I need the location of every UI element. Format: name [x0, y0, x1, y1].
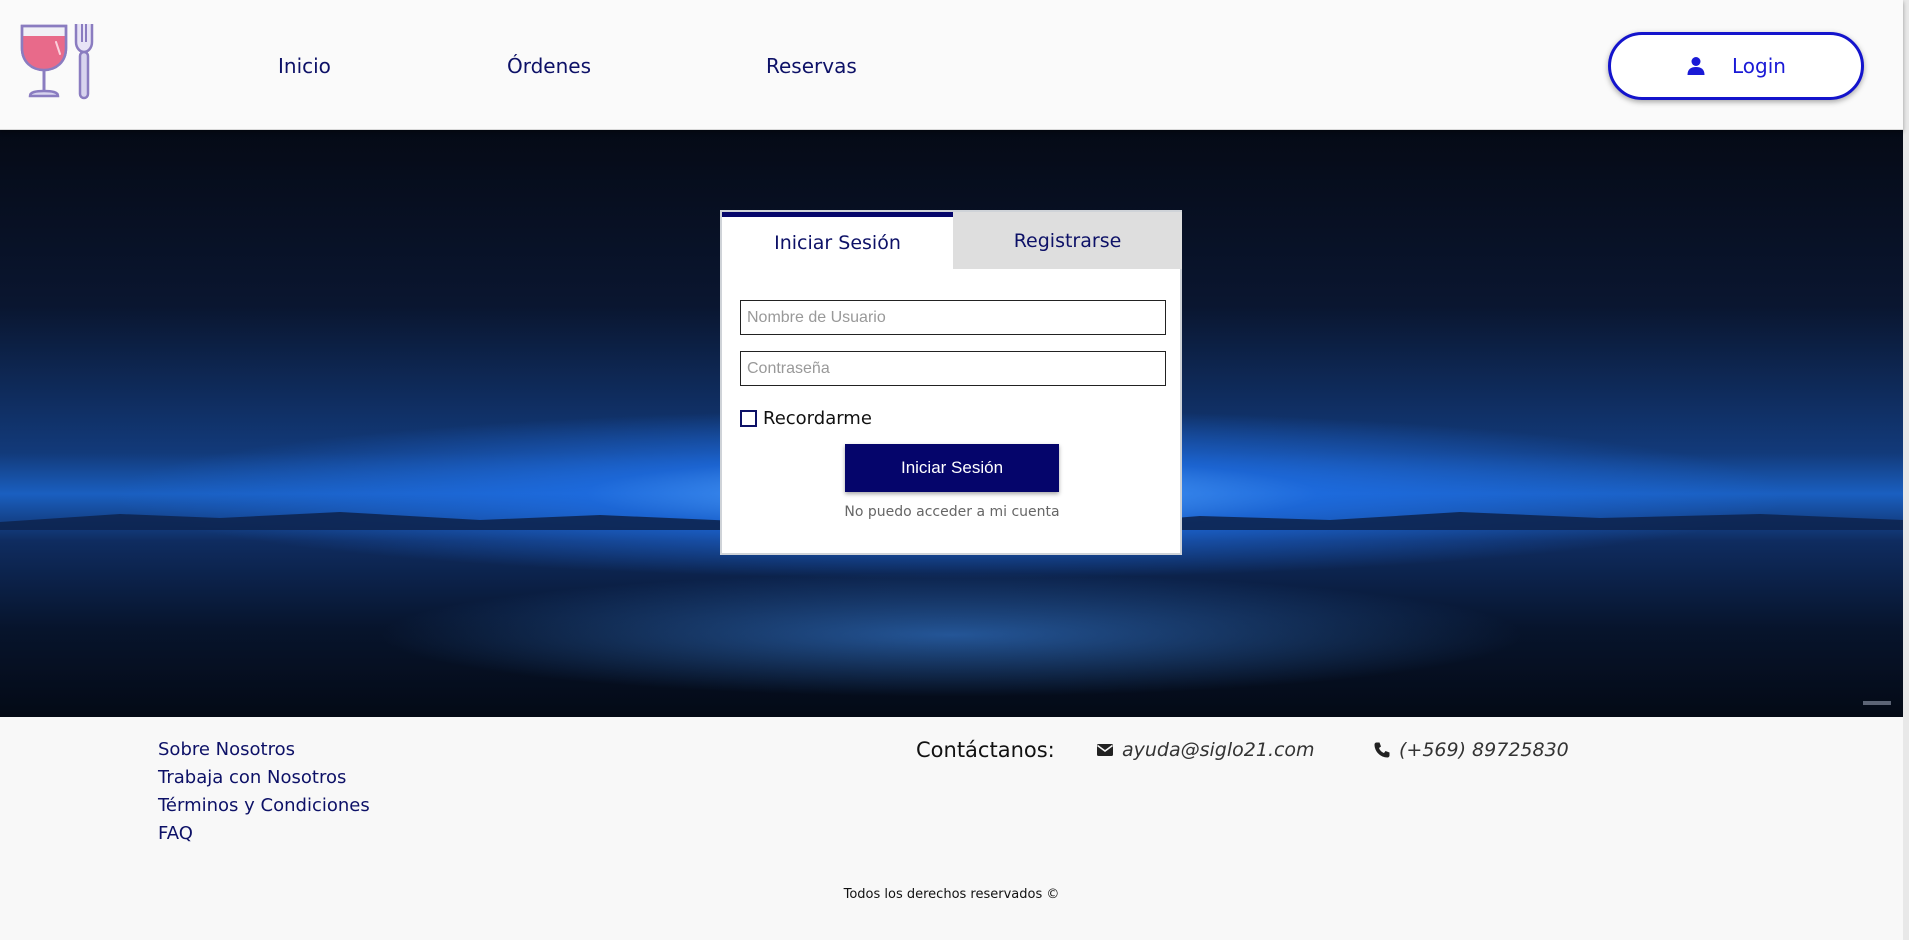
contact-phone-text: (+569) 89725830: [1399, 739, 1569, 761]
nav-link-reservas[interactable]: Reservas: [766, 54, 857, 78]
login-button-label: Login: [1732, 54, 1786, 78]
nav-link-inicio[interactable]: Inicio: [278, 54, 331, 78]
footer-link-faq[interactable]: FAQ: [158, 823, 193, 844]
footer-link-trabaja[interactable]: Trabaja con Nosotros: [158, 767, 346, 788]
nav-link-ordenes[interactable]: Órdenes: [507, 54, 591, 78]
site-footer: Sobre Nosotros Trabaja con Nosotros Térm…: [0, 717, 1903, 940]
page-scrollbar[interactable]: [1903, 0, 1909, 940]
site-header: Inicio Órdenes Reservas Login: [0, 0, 1903, 130]
remember-me-label: Recordarme: [763, 408, 872, 429]
footer-link-sobre-nosotros[interactable]: Sobre Nosotros: [158, 739, 295, 760]
username-input[interactable]: [740, 300, 1166, 335]
submit-login-button[interactable]: Iniciar Sesión: [845, 444, 1059, 492]
contact-title: Contáctanos:: [916, 738, 1055, 762]
wine-glass-and-fork-icon[interactable]: [18, 22, 102, 102]
envelope-icon: [1097, 744, 1113, 756]
contact-email-text: ayuda@siglo21.com: [1122, 739, 1315, 761]
tab-registrarse[interactable]: Registrarse: [953, 212, 1182, 269]
contact-phone[interactable]: (+569) 89725830: [1373, 739, 1569, 761]
login-button[interactable]: Login: [1608, 32, 1864, 100]
password-input[interactable]: [740, 351, 1166, 386]
remember-me-checkbox[interactable]: [740, 410, 757, 427]
forgot-account-link[interactable]: No puedo acceder a mi cuenta: [722, 504, 1182, 520]
tab-iniciar-sesion[interactable]: Iniciar Sesión: [722, 212, 953, 269]
login-card: Iniciar Sesión Registrarse Recordarme In…: [720, 210, 1182, 555]
user-icon: [1687, 57, 1705, 75]
watermark: [1863, 701, 1891, 705]
footer-link-terminos[interactable]: Términos y Condiciones: [158, 795, 370, 816]
copyright-text: Todos los derechos reservados ©: [843, 887, 1060, 902]
remember-me-row: Recordarme: [740, 408, 872, 429]
contact-email[interactable]: ayuda@siglo21.com: [1096, 739, 1315, 761]
phone-icon: [1374, 742, 1390, 758]
